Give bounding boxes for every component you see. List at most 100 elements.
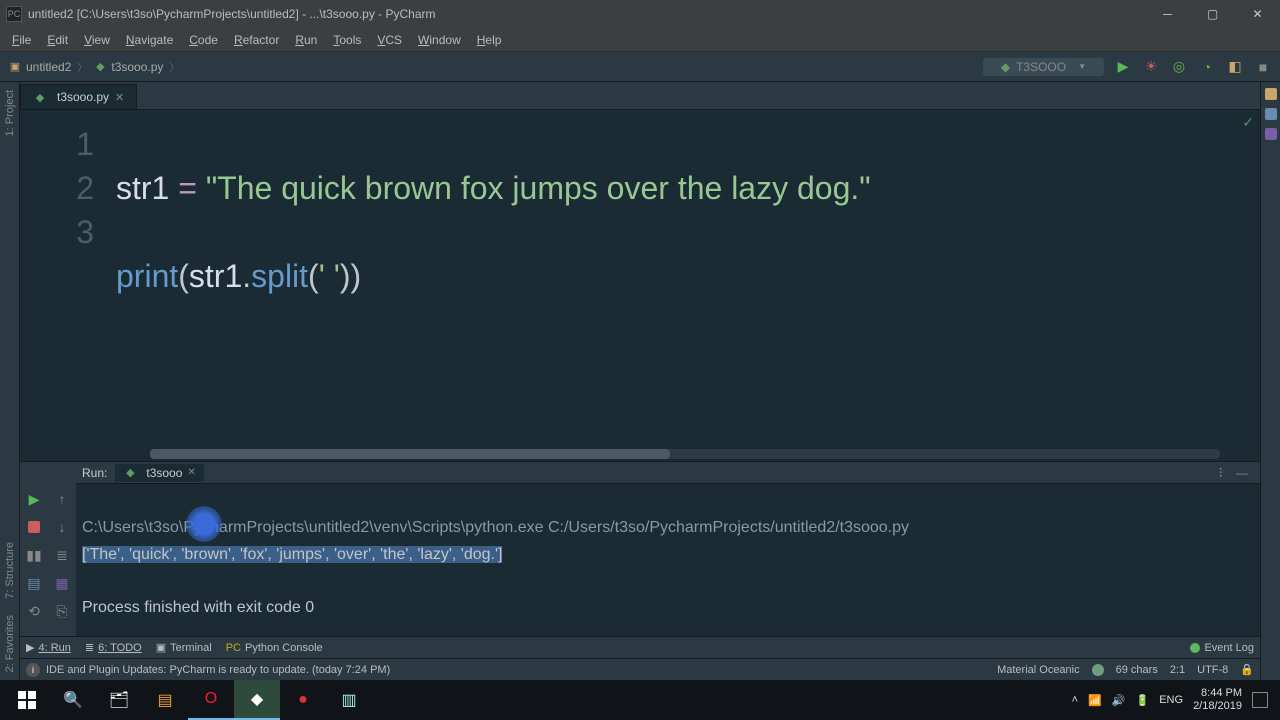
- readonly-lock-icon[interactable]: 🔒: [1240, 663, 1254, 676]
- sublime-icon[interactable]: ▤: [142, 680, 188, 720]
- stop-process-button[interactable]: [25, 518, 43, 536]
- file-explorer-button[interactable]: 🗂: [96, 680, 142, 720]
- rerun-button[interactable]: ▶: [25, 490, 43, 508]
- sciview-tool-icon[interactable]: [1265, 128, 1277, 140]
- code-editor[interactable]: 123 str1 = "The quick brown fox jumps ov…: [20, 110, 1260, 461]
- breadcrumb-file-label: t3sooo.py: [111, 60, 163, 74]
- python-config-icon: ◆: [1001, 60, 1010, 74]
- close-button[interactable]: ✕: [1235, 0, 1280, 28]
- scratch-tool-icon[interactable]: [1265, 88, 1277, 100]
- breadcrumb-file[interactable]: ◆ t3sooo.py: [93, 60, 163, 74]
- editor-tab-t3sooo[interactable]: ◆ t3sooo.py ✕: [20, 84, 137, 109]
- python-console-tool-tab[interactable]: PC Python Console: [226, 642, 323, 654]
- windows-taskbar: 🔍 🗂 ▤ O ◆ ● ▥ ˄ 📶 🔊 🔋 ENG 8:44 PM 2/18/2…: [0, 680, 1280, 720]
- breadcrumb-separator-icon: 〉: [169, 59, 179, 74]
- profile-button[interactable]: ◔: [1198, 58, 1216, 76]
- theme-indicator-icon: [1092, 664, 1104, 676]
- run-button[interactable]: ▶: [1114, 58, 1132, 76]
- attach-button[interactable]: ◧: [1226, 58, 1244, 76]
- volume-icon[interactable]: 🔊: [1112, 694, 1126, 707]
- window-titlebar: PC untitled2 [C:\Users\t3so\PycharmProje…: [0, 0, 1280, 28]
- close-tab-icon[interactable]: ✕: [115, 91, 124, 104]
- app-icon: PC: [6, 6, 22, 22]
- search-button[interactable]: 🔍: [50, 680, 96, 720]
- menu-tools[interactable]: Tools: [325, 31, 369, 49]
- network-icon[interactable]: 📶: [1088, 694, 1102, 707]
- clock[interactable]: 8:44 PM 2/18/2019: [1193, 687, 1242, 713]
- run-label: Run:: [82, 466, 107, 480]
- action-center-icon[interactable]: [1252, 692, 1268, 708]
- battery-icon[interactable]: 🔋: [1136, 694, 1150, 707]
- left-tool-stripe: 1: Project 7: Structure 2: Favorites: [0, 82, 20, 680]
- console-output[interactable]: C:\Users\t3so\PycharmProjects\untitled2\…: [76, 484, 1260, 636]
- debug-button[interactable]: ☀: [1142, 58, 1160, 76]
- python-file-icon: ◆: [33, 90, 47, 104]
- run-tab-label: t3sooo: [146, 466, 182, 480]
- code-area[interactable]: str1 = "The quick brown fox jumps over t…: [110, 110, 1260, 461]
- down-button[interactable]: ↓: [53, 518, 71, 536]
- menu-vcs[interactable]: VCS: [369, 31, 410, 49]
- structure-tool-tab[interactable]: 7: Structure: [2, 534, 18, 607]
- run-config-label: T3SOOO: [1016, 60, 1066, 74]
- status-encoding[interactable]: UTF-8: [1197, 664, 1228, 676]
- cursor-indicator: [186, 506, 222, 542]
- tray-chevron-icon[interactable]: ˄: [1072, 694, 1078, 706]
- favorites-tool-tab[interactable]: 2: Favorites: [2, 607, 18, 680]
- editor-tabs: ◆ t3sooo.py ✕: [20, 82, 1260, 110]
- close-tab-icon[interactable]: ✕: [187, 467, 195, 478]
- menu-file[interactable]: File: [4, 31, 39, 49]
- stop-button[interactable]: ■: [1254, 58, 1272, 76]
- menu-edit[interactable]: Edit: [39, 31, 76, 49]
- horizontal-scrollbar[interactable]: [150, 449, 1220, 459]
- chevron-down-icon: ▼: [1078, 62, 1086, 71]
- pause-button[interactable]: ▮▮: [25, 546, 43, 564]
- run-tab-t3sooo[interactable]: ◆ t3sooo ✕: [115, 464, 203, 482]
- start-button[interactable]: [4, 680, 50, 720]
- run-hide-icon[interactable]: —: [1230, 466, 1254, 480]
- menu-code[interactable]: Code: [181, 31, 226, 49]
- print-button[interactable]: ▦: [53, 574, 71, 592]
- breadcrumb-project[interactable]: ▣ untitled2: [8, 60, 71, 74]
- todo-tool-tab[interactable]: ≣ 6: TODO: [85, 641, 142, 654]
- clear-button[interactable]: ⎘: [53, 602, 71, 620]
- run-more-icon[interactable]: ⁝: [1213, 464, 1230, 481]
- breadcrumb-separator-icon: 〉: [77, 59, 87, 74]
- notes-icon[interactable]: ▥: [326, 680, 372, 720]
- menu-view[interactable]: View: [76, 31, 118, 49]
- status-theme[interactable]: Material Oceanic: [997, 664, 1080, 676]
- python-file-icon: ◆: [93, 60, 107, 74]
- run-tool-window: ▶ ▮▮ ▤ ⟲ ↑ ↓ ≣ ▦ ⎘ Run: ◆: [20, 461, 1260, 636]
- system-tray[interactable]: ˄ 📶 🔊 🔋 ENG 8:44 PM 2/18/2019: [1072, 687, 1276, 713]
- status-bar: i IDE and Plugin Updates: PyCharm is rea…: [20, 658, 1260, 680]
- terminal-tool-tab[interactable]: ▣ Terminal: [156, 641, 212, 654]
- soft-wrap-button[interactable]: ≣: [53, 546, 71, 564]
- menu-run[interactable]: Run: [287, 31, 325, 49]
- status-chars: 69 chars: [1116, 664, 1158, 676]
- up-button[interactable]: ↑: [53, 490, 71, 508]
- status-message[interactable]: IDE and Plugin Updates: PyCharm is ready…: [46, 664, 390, 676]
- recorder-icon[interactable]: ●: [280, 680, 326, 720]
- minimize-button[interactable]: ─: [1145, 0, 1190, 28]
- opera-icon[interactable]: O: [188, 680, 234, 720]
- right-tool-stripe: [1260, 82, 1280, 680]
- run-config-selector[interactable]: ◆ T3SOOO ▼: [983, 58, 1104, 76]
- line-gutter: 123: [20, 110, 110, 461]
- menu-refactor[interactable]: Refactor: [226, 31, 287, 49]
- project-tool-tab[interactable]: 1: Project: [2, 82, 18, 144]
- event-log-tab[interactable]: Event Log: [1190, 642, 1254, 654]
- pin-button[interactable]: ⟲: [25, 602, 43, 620]
- run-tool-tab[interactable]: ▶ 4: Run: [26, 641, 71, 654]
- language-indicator[interactable]: ENG: [1159, 694, 1183, 706]
- layout-button[interactable]: ▤: [25, 574, 43, 592]
- status-info-icon[interactable]: i: [26, 663, 40, 677]
- menu-window[interactable]: Window: [410, 31, 469, 49]
- status-caret-pos[interactable]: 2:1: [1170, 664, 1185, 676]
- inspections-ok-icon[interactable]: ✓: [1242, 114, 1254, 131]
- database-tool-icon[interactable]: [1265, 108, 1277, 120]
- menu-help[interactable]: Help: [469, 31, 510, 49]
- maximize-button[interactable]: ▢: [1190, 0, 1235, 28]
- menu-navigate[interactable]: Navigate: [118, 31, 181, 49]
- coverage-button[interactable]: ◎: [1170, 58, 1188, 76]
- menu-bar: FileEditViewNavigateCodeRefactorRunTools…: [0, 28, 1280, 52]
- pycharm-taskbar-icon[interactable]: ◆: [234, 680, 280, 720]
